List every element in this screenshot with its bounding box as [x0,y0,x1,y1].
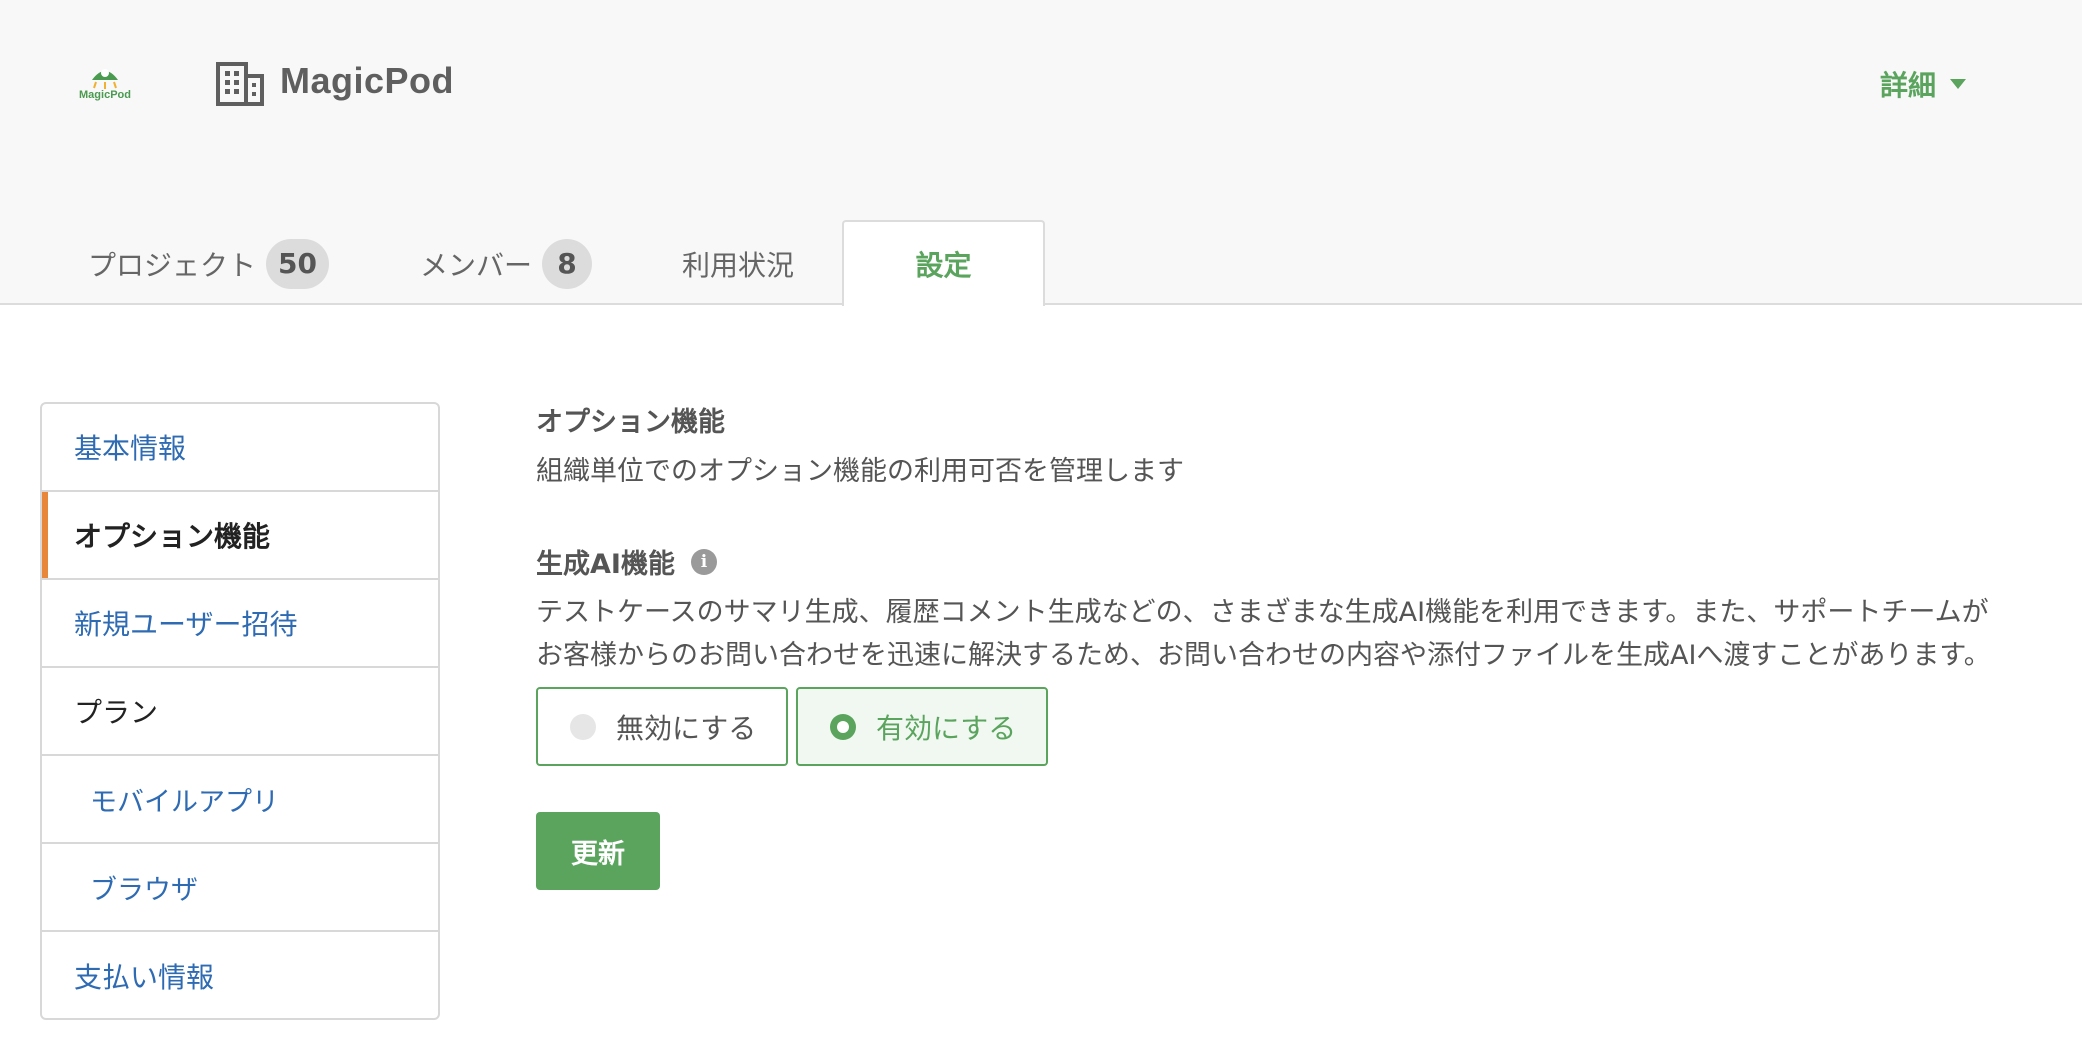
building-icon [216,62,264,106]
sidebar-item-label: 支払い情報 [74,961,215,994]
enable-radio-button[interactable]: 有効にする [796,687,1048,766]
radio-unchecked-icon [570,713,596,740]
tab-projects[interactable]: プロジェクト 50 [88,222,329,306]
sidebar-item-invite-user[interactable]: 新規ユーザー招待 [42,580,438,668]
radio-checked-icon [830,713,856,740]
sidebar-item-label: 基本情報 [74,432,187,465]
sidebar-item-plan: プラン [42,668,438,756]
tab-usage[interactable]: 利用状況 [682,222,794,306]
section-title: オプション機能 [536,407,725,438]
tab-label: プロジェクト [88,249,257,282]
settings-sidebar: 基本情報 オプション機能 新規ユーザー招待 プラン モバイルアプリ ブラウザ 支… [40,402,440,1020]
top-header: MagicPod MagicPod 詳細 プロジェクト 50 メンバー 8 利用… [0,0,2082,306]
logo-text: MagicPod [79,89,131,101]
count-badge: 8 [542,239,593,289]
disable-radio-button[interactable]: 無効にする [536,687,788,766]
section-description: 組織単位でのオプション機能の利用可否を管理します [536,456,1184,487]
details-label: 詳細 [1880,69,1937,102]
sidebar-item-label: ブラウザ [90,874,198,906]
magicpod-logo[interactable]: MagicPod [76,58,134,108]
feature-title: 生成AI機能 [536,549,675,580]
feature-description: テストケースのサマリ生成、履歴コメント生成などの、さまざまな生成AI機能を利用で… [536,597,1991,671]
tab-label: 利用状況 [682,249,795,282]
tab-members[interactable]: メンバー 8 [420,222,593,306]
sidebar-item-payment[interactable]: 支払い情報 [42,932,438,1018]
tab-label: 設定 [915,249,972,282]
radio-label: 有効にする [876,711,1017,745]
options-content: オプション機能 組織単位でのオプション機能の利用可否を管理します 生成AI機能 … [536,400,1996,890]
sidebar-item-label: モバイルアプリ [90,786,279,818]
caret-down-icon [1950,79,1967,89]
sidebar-item-options[interactable]: オプション機能 [42,492,438,580]
info-icon[interactable]: i [690,548,717,575]
magicpod-logo-icon [92,69,118,89]
sidebar-item-mobile-app[interactable]: モバイルアプリ [42,756,438,844]
update-button[interactable]: 更新 [536,812,660,890]
sidebar-item-browser[interactable]: ブラウザ [42,844,438,932]
ai-feature-radio-group: 無効にする 有効にする [536,687,1996,766]
tab-label: メンバー [420,249,533,282]
radio-label: 無効にする [616,711,757,745]
org-name: MagicPod [280,60,455,101]
sidebar-item-basic-info[interactable]: 基本情報 [42,404,438,492]
sidebar-item-label: プラン [74,696,159,729]
feature-heading: 生成AI機能 i [536,542,1996,581]
details-dropdown[interactable]: 詳細 [1880,64,1967,104]
tab-settings[interactable]: 設定 [842,220,1045,306]
sidebar-item-label: オプション機能 [74,520,271,553]
sidebar-item-label: 新規ユーザー招待 [74,608,298,641]
count-badge: 50 [266,239,329,289]
